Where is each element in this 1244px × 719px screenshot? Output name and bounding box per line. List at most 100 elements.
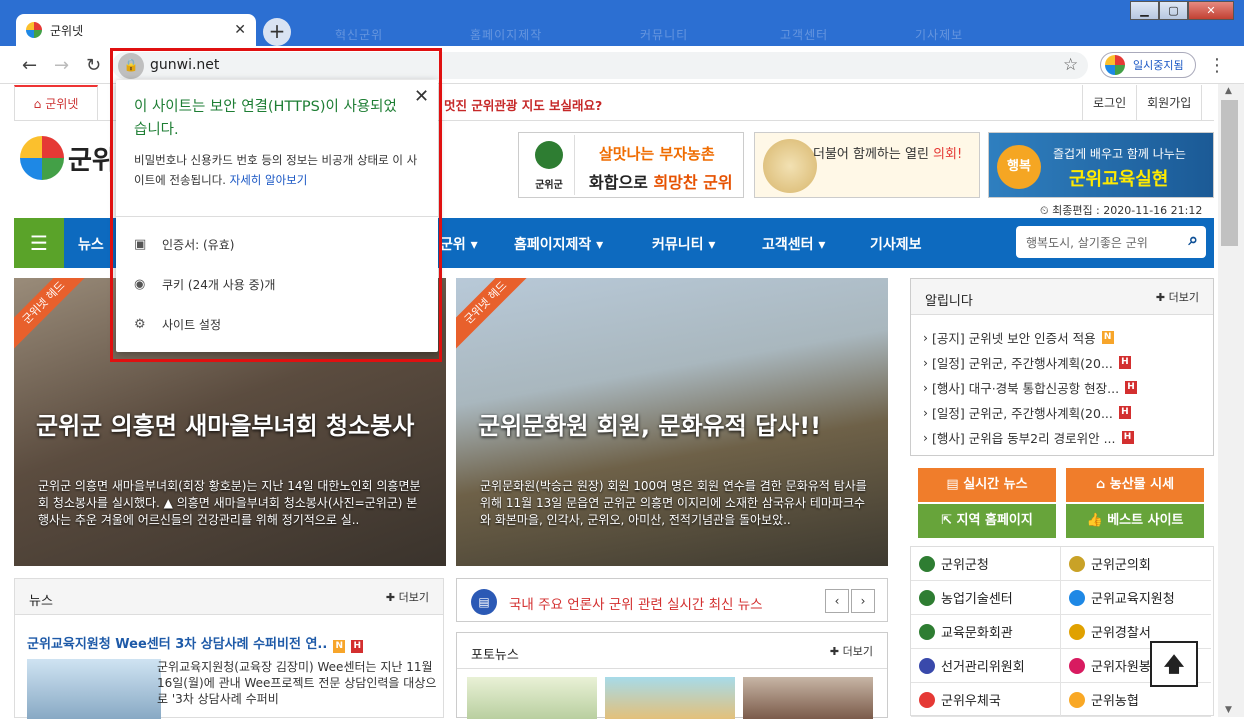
profile-paused-button[interactable]: 일시중지됨 xyxy=(1100,52,1196,78)
browser-tab[interactable]: 군위넷 ✕ xyxy=(16,14,256,46)
link-post-office[interactable]: 군위우체국 xyxy=(911,683,1061,717)
logo-mark-icon xyxy=(20,136,64,180)
list-item[interactable]: › [행사] 군위읍 동부2리 경로위안 ... H xyxy=(923,425,1201,450)
profile-avatar-icon xyxy=(1105,55,1125,75)
notice-title: 알립니다 xyxy=(925,294,973,309)
emblem-caption: 군위군 xyxy=(535,180,563,191)
link-nonghyup[interactable]: 군위농협 xyxy=(1061,683,1211,717)
link-label: 군위교육지원청 xyxy=(1091,592,1175,607)
council-icon xyxy=(1069,555,1085,572)
list-item[interactable]: › [일정] 군위군, 주간행사계획(20... H xyxy=(923,400,1201,425)
post-icon xyxy=(919,691,935,708)
page-scrollbar[interactable]: ▲ ▼ xyxy=(1218,84,1244,717)
browser-menu-icon[interactable]: ⋮ xyxy=(1208,55,1226,76)
back-arrow-icon[interactable]: ← xyxy=(22,55,37,76)
photo-thumbnail[interactable] xyxy=(743,677,873,719)
link-label: 군위군청 xyxy=(941,558,989,573)
notice-more-link[interactable]: ✚ 더보기 xyxy=(1156,289,1199,305)
nav-news[interactable]: 뉴스 xyxy=(78,234,104,254)
site-logo[interactable]: 군위 xyxy=(20,136,116,180)
bookmark-star-icon[interactable]: ☆ xyxy=(1063,55,1078,75)
council-slogan-b: 의회! xyxy=(933,147,963,162)
banner-line2b: 희망찬 군위 xyxy=(653,173,733,192)
new-badge: N xyxy=(1101,331,1114,344)
hamburger-menu-icon[interactable]: ☰ xyxy=(14,218,64,268)
news-more-link[interactable]: ✚ 더보기 xyxy=(386,589,429,605)
scrollbar-thumb[interactable] xyxy=(1221,100,1238,246)
banner-council[interactable]: 더불어 함께하는 열린 의회! xyxy=(754,132,980,198)
list-item[interactable]: › [일정] 군위군, 주간행사계획(20... H xyxy=(923,350,1201,375)
banner-farm[interactable]: 군위군 살맛나는 부자농촌 화합으로 희망찬 군위 xyxy=(518,132,744,198)
produce-price-button[interactable]: ⌂ 농산물 시세 xyxy=(1066,468,1204,502)
link-county-council[interactable]: 군위군의회 xyxy=(1061,547,1211,581)
link-education-office[interactable]: 군위교육지원청 xyxy=(1061,581,1211,615)
next-arrow-button[interactable]: › xyxy=(851,589,875,613)
forward-arrow-icon[interactable]: → xyxy=(54,55,69,76)
notice-item-text: [공지] 군위넷 보안 인증서 적용 xyxy=(931,331,1096,346)
link-label: 군위우체국 xyxy=(941,694,1001,709)
nav-gunwi[interactable]: 군위 ▾ xyxy=(440,234,478,254)
prev-arrow-button[interactable]: ‹ xyxy=(825,589,849,613)
photo-thumbnail[interactable] xyxy=(467,677,597,719)
nav-support-label: 고객센터 xyxy=(762,237,814,253)
link-agri-center[interactable]: 농업기술센터 xyxy=(911,581,1061,615)
county-emblem-icon xyxy=(919,623,935,640)
news-panel: 뉴스 ✚ 더보기 군위교육지원청 Wee센터 3차 상담사례 수퍼비전 연.. N… xyxy=(14,578,444,719)
heart-icon xyxy=(1069,657,1085,674)
list-item[interactable]: › [공지] 군위넷 보안 인증서 적용 N xyxy=(923,325,1201,350)
login-link[interactable]: 로그인 xyxy=(1083,85,1138,121)
nav-community[interactable]: 커뮤니티 ▾ xyxy=(652,234,715,254)
tab-close-icon[interactable]: ✕ xyxy=(234,22,246,38)
news-summary: 군위교육지원청(교육장 김장미) Wee센터는 지난 11월 16일(월)에 관… xyxy=(157,660,437,706)
hero-headline[interactable]: 군위문화원 회원, 문화유적 답사!! xyxy=(478,412,858,440)
realtime-news-bar: ▤ 국내 주요 언론사 군위 관련 실시간 최신 뉴스 ‹ › xyxy=(456,578,888,622)
hot-badge: H xyxy=(1118,406,1131,419)
news-feed-icon: ▤ xyxy=(471,589,497,615)
site-search-input[interactable]: 행복도시, 살기좋은 군위 ⌕ xyxy=(1016,226,1206,258)
education-icon xyxy=(1069,589,1085,606)
nonghyup-icon xyxy=(1069,691,1085,708)
link-county-office[interactable]: 군위군청 xyxy=(911,547,1061,581)
photo-thumbnail[interactable] xyxy=(605,677,735,719)
hero-headline[interactable]: 군위군 의흥면 새마을부녀회 청소봉사 xyxy=(36,412,416,440)
hero-description: 군위문화원(박승근 원장) 회원 100여 명은 회원 연수를 겸한 문화유적 … xyxy=(480,479,867,527)
photo-news-header: 포토뉴스 ✚ 더보기 xyxy=(457,633,887,669)
realtime-news-text[interactable]: 국내 주요 언론사 군위 관련 실시간 최신 뉴스 xyxy=(509,593,763,613)
banner-education[interactable]: 행복 즐겁게 배우고 함께 나누는 군위교육실현 xyxy=(988,132,1214,198)
link-culture-hall[interactable]: 교육문화회관 xyxy=(911,615,1061,649)
news-headline[interactable]: 군위교육지원청 Wee센터 3차 상담사례 수퍼비전 연.. N H xyxy=(27,633,364,653)
new-tab-button[interactable]: + xyxy=(263,18,291,46)
list-item[interactable]: › [행사] 대구·경북 통합신공항 현장... H xyxy=(923,375,1201,400)
link-label: 군위농협 xyxy=(1091,694,1139,709)
search-icon[interactable]: ⌕ xyxy=(1188,230,1198,250)
home-tab[interactable]: ⌂ 군위넷 xyxy=(14,85,98,121)
scroll-down-arrow-icon[interactable]: ▼ xyxy=(1225,705,1232,715)
nav-report[interactable]: 기사제보 xyxy=(870,234,922,254)
notice-item-text: [일정] 군위군, 주간행사계획(20... xyxy=(931,356,1113,371)
link-election[interactable]: 선거관리위원회 xyxy=(911,649,1061,683)
photo-more-link[interactable]: ✚ 더보기 xyxy=(830,643,873,659)
hero-story[interactable]: 군위넷 헤드 군위문화원 회원, 문화유적 답사!! 군위문화원(박승근 원장)… xyxy=(456,278,888,566)
nav-support[interactable]: 고객센터 ▾ xyxy=(762,234,825,254)
maximize-button[interactable]: ▢ xyxy=(1159,1,1188,20)
link-label: 군위군의회 xyxy=(1091,558,1151,573)
link-label: 농업기술센터 xyxy=(941,592,1013,607)
nav-homepage[interactable]: 홈페이지제작 ▾ xyxy=(514,234,603,254)
signup-link[interactable]: 회원가입 xyxy=(1137,85,1203,121)
minimize-button[interactable]: ▁ xyxy=(1130,1,1159,20)
reload-icon[interactable]: ↻ xyxy=(86,55,101,76)
ticker-text[interactable]: 멋진 군위관광 지도 보실래요? xyxy=(444,95,602,114)
news-thumbnail[interactable] xyxy=(27,659,161,719)
window-close-button[interactable]: ✕ xyxy=(1188,1,1234,20)
edu-line2: 군위교육실현 xyxy=(1069,169,1169,190)
local-homepage-button[interactable]: ⇱ 지역 홈페이지 xyxy=(918,504,1056,538)
ghost-menu-item: 기사제보 xyxy=(915,28,964,42)
banner-line2: 화합으로 희망찬 군위 xyxy=(589,169,733,193)
scroll-to-top-button[interactable]: 🡅 xyxy=(1150,641,1198,687)
photo-news-title: 포토뉴스 xyxy=(471,648,519,663)
realtime-news-button[interactable]: ▤ 실시간 뉴스 xyxy=(918,468,1056,502)
scroll-up-arrow-icon[interactable]: ▲ xyxy=(1225,86,1232,96)
nav-homepage-label: 홈페이지제작 xyxy=(514,237,592,253)
best-site-button[interactable]: 👍 베스트 사이트 xyxy=(1066,504,1204,538)
ghost-menu-item: 커뮤니티 xyxy=(640,28,689,42)
